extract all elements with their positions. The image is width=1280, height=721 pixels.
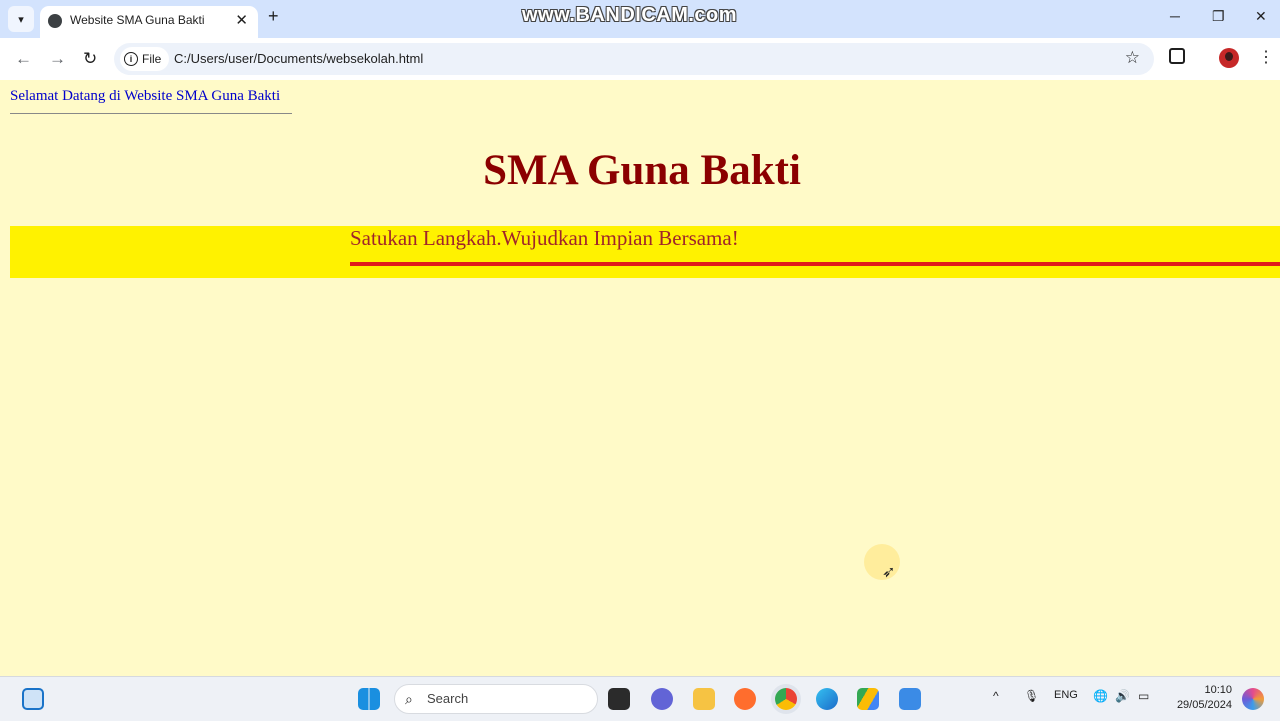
school-title: SMA Guna Bakti bbox=[483, 147, 801, 194]
extensions-icon[interactable] bbox=[1169, 48, 1185, 64]
clock-date: 29/05/2024 bbox=[1176, 699, 1232, 711]
reload-button[interactable]: ↻ bbox=[83, 49, 97, 69]
browser-toolbar: ← → ↻ i File C:/Users/user/Documents/web… bbox=[0, 38, 1280, 80]
new-tab-button[interactable]: + bbox=[268, 6, 279, 27]
welcome-text: Selamat Datang di Website SMA Guna Bakti bbox=[10, 88, 281, 104]
network-icon[interactable]: 🌐 bbox=[1093, 689, 1108, 703]
battery-icon[interactable]: ▭ bbox=[1138, 689, 1149, 703]
clock-time: 10:10 bbox=[1204, 684, 1232, 696]
close-window-button[interactable]: ✕ bbox=[1255, 8, 1267, 25]
widgets-icon[interactable] bbox=[22, 688, 44, 710]
restore-button[interactable]: ❐ bbox=[1212, 8, 1225, 25]
bookmark-star-icon[interactable]: ☆ bbox=[1125, 48, 1140, 68]
edge-icon[interactable] bbox=[816, 688, 838, 710]
volume-icon[interactable]: 🔊 bbox=[1115, 689, 1130, 703]
welcome-divider bbox=[10, 113, 292, 114]
taskbar-search[interactable]: ⌕ Search bbox=[394, 684, 598, 714]
notepad-icon[interactable] bbox=[899, 688, 921, 710]
motto-banner: Satukan Langkah.Wujudkan Impian Bersama! bbox=[10, 226, 1280, 278]
microphone-icon[interactable]: 🎙 bbox=[1024, 689, 1039, 703]
windows-start-icon[interactable] bbox=[358, 688, 380, 710]
active-tab[interactable]: Website SMA Guna Bakti ✕ bbox=[40, 6, 258, 38]
back-button[interactable]: ← bbox=[15, 49, 32, 69]
globe-icon bbox=[48, 14, 62, 28]
clock[interactable]: 10:10 29/05/2024 bbox=[1162, 683, 1232, 713]
tab-strip: ▾ Website SMA Guna Bakti ✕ + www.BANDICA… bbox=[0, 0, 1280, 38]
close-tab-icon[interactable]: ✕ bbox=[235, 11, 248, 29]
file-explorer-icon[interactable] bbox=[693, 688, 715, 710]
tab-title: Website SMA Guna Bakti bbox=[70, 13, 205, 27]
chrome-icon[interactable] bbox=[775, 688, 797, 710]
task-view-icon[interactable] bbox=[608, 688, 630, 710]
forward-button[interactable]: → bbox=[49, 49, 66, 69]
chevron-up-icon[interactable]: ^ bbox=[993, 689, 999, 703]
search-placeholder: Search bbox=[427, 691, 469, 706]
address-bar[interactable]: i File C:/Users/user/Documents/websekola… bbox=[114, 43, 1154, 75]
copilot-icon[interactable] bbox=[1242, 688, 1264, 710]
minimize-button[interactable]: ─ bbox=[1170, 8, 1180, 24]
google-drive-icon[interactable] bbox=[857, 688, 879, 710]
firefox-icon[interactable] bbox=[734, 688, 756, 710]
info-icon: i bbox=[124, 52, 138, 66]
mouse-pointer-icon: ➶ bbox=[882, 564, 896, 581]
search-icon: ⌕ bbox=[405, 691, 413, 707]
tab-search-dropdown-button[interactable]: ▾ bbox=[8, 6, 34, 32]
more-menu-icon[interactable]: ⋮ bbox=[1258, 47, 1274, 67]
web-page: Selamat Datang di Website SMA Guna Bakti… bbox=[4, 80, 1280, 676]
motto-text: Satukan Langkah.Wujudkan Impian Bersama! bbox=[350, 226, 739, 250]
recording-watermark: www.BANDICAM.com bbox=[522, 4, 738, 26]
url-text[interactable]: C:/Users/user/Documents/websekolah.html bbox=[174, 51, 423, 66]
profile-avatar[interactable] bbox=[1219, 48, 1239, 68]
site-info-chip[interactable]: i File bbox=[120, 47, 170, 71]
motto-underline bbox=[350, 262, 1280, 266]
site-chip-label: File bbox=[142, 52, 162, 66]
taskbar: ⌕ Search ^ 🎙 ENG 🌐 🔊 ▭ 10:10 29/05/2024 bbox=[0, 676, 1280, 721]
language-indicator[interactable]: ENG bbox=[1054, 689, 1078, 701]
chevron-down-icon: ▾ bbox=[18, 13, 24, 26]
teams-chat-icon[interactable] bbox=[651, 688, 673, 710]
